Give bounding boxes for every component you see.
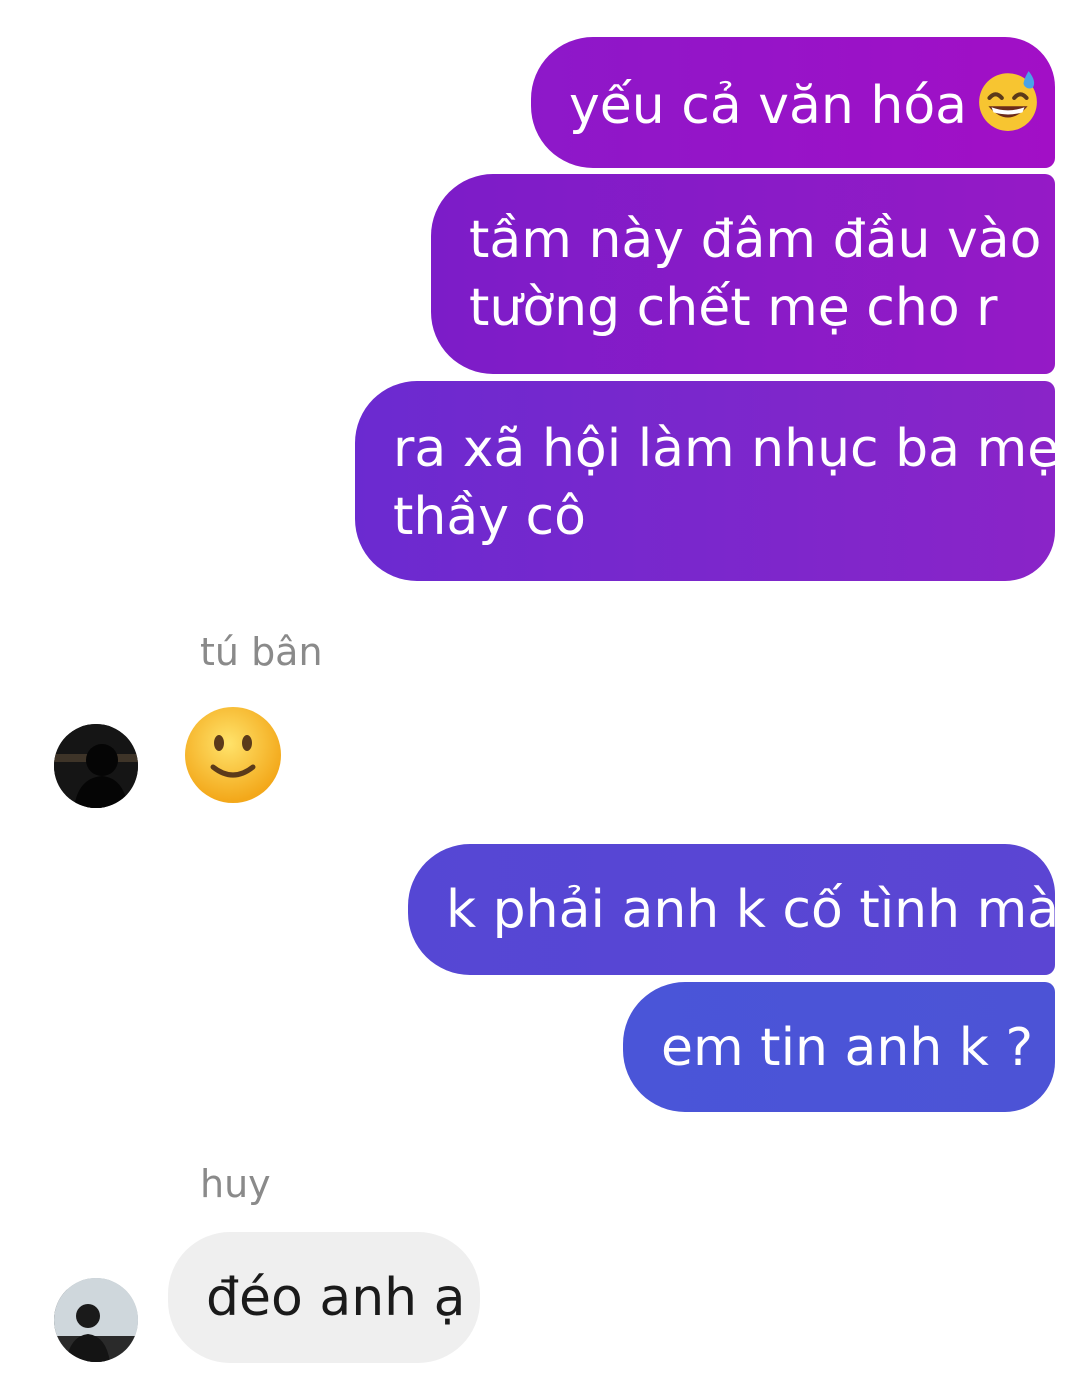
message-text: em tin anh k ? (661, 1018, 1034, 1078)
message-text-line: tầm này đâm đầu vào (469, 210, 1042, 270)
message-bubble-outgoing[interactable]: ra xã hội làm nhục ba mẹ thầy cô (355, 381, 1060, 581)
person-silhouette-icon (54, 724, 138, 808)
message-bubble-outgoing[interactable]: k phải anh k cố tình mà (408, 844, 1059, 975)
message-text: đéo anh ạ (206, 1268, 466, 1328)
message-bubble-outgoing[interactable]: em tin anh k ? (623, 982, 1055, 1112)
message-text: k phải anh k cố tình mà (446, 880, 1060, 940)
avatar[interactable] (54, 1278, 138, 1362)
message-text-line: thầy cô (393, 487, 586, 547)
slightly-smiling-emoji-icon[interactable] (183, 705, 283, 805)
avatar[interactable] (54, 724, 138, 808)
sender-name: tú bân (200, 630, 323, 674)
message-bubble-outgoing[interactable]: tầm này đâm đầu vào tường chết mẹ cho r (431, 174, 1055, 374)
message-bubble-incoming[interactable]: đéo anh ạ (168, 1232, 480, 1363)
person-silhouette-icon (54, 1278, 138, 1362)
sender-name: huy (200, 1162, 271, 1206)
message-text: yếu cả văn hóa (569, 76, 967, 136)
message-text-line: tường chết mẹ cho r (469, 278, 998, 338)
grinning-sweat-emoji-icon (979, 71, 1037, 131)
message-text-line: ra xã hội làm nhục ba mẹ (393, 419, 1060, 479)
message-bubble-outgoing[interactable]: yếu cả văn hóa (531, 37, 1055, 168)
